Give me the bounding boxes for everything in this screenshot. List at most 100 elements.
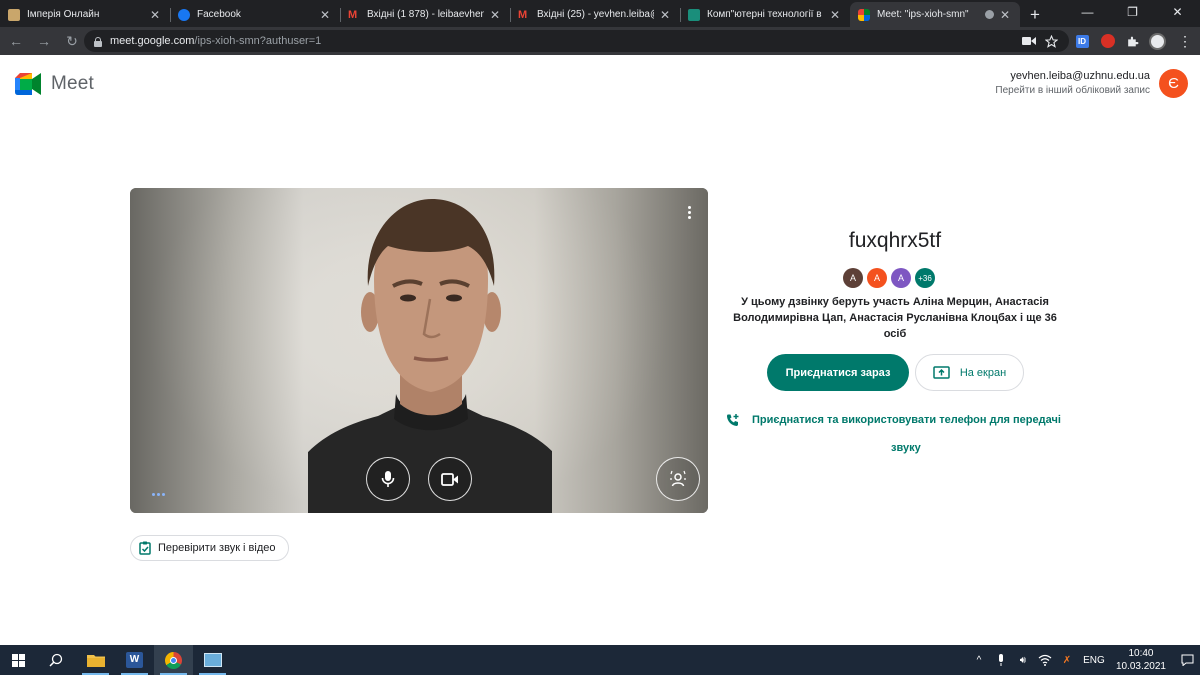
tray-volume-icon[interactable]: 🔊︎ [1012, 655, 1034, 666]
facebook-favicon-icon [178, 8, 190, 21]
word-icon: W [126, 652, 143, 668]
app-window-icon [203, 653, 222, 667]
clipboard-check-icon [139, 541, 151, 555]
audio-level-indicator-icon [152, 493, 165, 496]
close-icon[interactable]: ✕ [828, 8, 842, 22]
url-path: /ips-xioh-smn?authuser=1 [194, 35, 322, 47]
classroom-favicon-icon [688, 8, 700, 21]
join-now-button[interactable]: Приєднатися зараз [767, 354, 909, 391]
lock-icon[interactable] [94, 36, 102, 47]
extension-id-icon[interactable]: ID [1071, 30, 1093, 52]
join-by-phone-line1: Приєднатися та використовувати телефон д… [752, 414, 1061, 426]
extensions-puzzle-icon[interactable] [1121, 30, 1143, 52]
imperia-favicon-icon [8, 8, 20, 21]
tab-title: Комп"ютерні технології в ю [707, 9, 824, 20]
address-bar[interactable]: meet.google.com/ips-xioh-smn?authuser=1 [84, 30, 1069, 52]
minimize-button[interactable]: — [1065, 0, 1110, 24]
window-close-button[interactable]: ✕ [1155, 0, 1200, 24]
chrome-icon [165, 651, 182, 669]
tab-title: Facebook [197, 9, 241, 20]
participants-description: У цьому дзвінку беруть участь Аліна Мерц… [733, 296, 1057, 340]
search-icon [49, 653, 63, 667]
meet-favicon-icon [858, 8, 870, 21]
maximize-button[interactable]: ❐ [1110, 0, 1155, 24]
taskbar-chrome[interactable] [154, 645, 193, 675]
microphone-toggle-button[interactable] [366, 457, 410, 501]
gmail-favicon-icon: M [348, 8, 358, 21]
meet-logo-icon [15, 73, 41, 95]
participant-avatar: А [843, 268, 863, 288]
windows-logo-icon [11, 653, 25, 667]
tray-app-icon[interactable]: ✗ [1056, 655, 1078, 666]
tab-classroom[interactable]: Комп"ютерні технології в ю ✕ [680, 2, 850, 27]
back-button[interactable]: ← [4, 29, 28, 53]
start-button[interactable] [0, 645, 36, 675]
person-sparkle-icon [670, 470, 686, 487]
tab-meet[interactable]: Meet: "ips-xioh-smn" ✕ [850, 2, 1020, 27]
taskbar-file-explorer[interactable] [76, 645, 115, 675]
present-button-label: На екран [959, 366, 1007, 379]
reload-button[interactable]: ↻ [60, 29, 84, 53]
close-icon[interactable]: ✕ [488, 8, 502, 22]
present-screen-icon [933, 366, 950, 379]
url-host: meet.google.com [110, 35, 195, 47]
tab-gmail-1[interactable]: M Вхідні (1 878) - leibaevhen@ ✕ [340, 2, 510, 27]
new-tab-button[interactable]: + [1020, 2, 1050, 27]
folder-icon [86, 655, 105, 667]
recording-indicator-icon [985, 10, 994, 19]
tray-network-icon[interactable] [1034, 654, 1056, 666]
bookmark-star-icon[interactable] [1040, 30, 1062, 52]
clock-time: 10:40 [1128, 648, 1154, 659]
clock-date: 10.03.2021 [1115, 661, 1166, 672]
tray-chevron-up-icon[interactable]: ^ [968, 655, 990, 666]
account-info: yevhen.leiba@uzhnu.edu.ua Перейти в інши… [995, 70, 1150, 96]
browser-menu-icon[interactable]: ⋮ [1174, 30, 1196, 52]
meet-logo[interactable]: Meet [15, 73, 94, 95]
meeting-title: fuxqhrx5tf [848, 229, 942, 252]
background-effects-button[interactable] [656, 457, 700, 501]
present-button[interactable]: На екран [915, 354, 1024, 391]
taskbar-word[interactable]: W [115, 645, 154, 675]
account-avatar[interactable]: Є [1159, 69, 1188, 98]
close-icon[interactable]: ✕ [658, 8, 672, 22]
close-icon[interactable]: ✕ [998, 8, 1012, 22]
check-audio-video-button[interactable]: Перевірити звук і відео [130, 535, 289, 561]
tab-imperia[interactable]: Імперія Онлайн ✕ [0, 2, 170, 27]
switch-account-link[interactable]: Перейти в інший обліковий запис [995, 85, 1150, 96]
taskbar-app[interactable] [193, 645, 232, 675]
tab-facebook[interactable]: Facebook ✕ [170, 2, 340, 27]
tab-title: Meet: "ips-xioh-smn" [877, 9, 969, 20]
plus-icon: + [1030, 4, 1040, 24]
participant-avatars: А А А +36 [843, 268, 935, 288]
app-name: Meet [51, 73, 95, 94]
video-camera-icon [441, 472, 458, 486]
forward-button[interactable]: → [32, 29, 56, 53]
join-by-phone-link[interactable]: Приєднатися та використовувати телефон д… [726, 406, 1066, 462]
self-video-image [308, 199, 552, 513]
tray-language[interactable]: ENG [1078, 655, 1110, 666]
video-options-icon[interactable] [686, 206, 692, 219]
notifications-icon[interactable] [1174, 654, 1200, 666]
tray-clock[interactable]: 10:40 10.03.2021 [1116, 647, 1166, 673]
participant-overflow-count: +36 [915, 268, 935, 288]
camera-toggle-button[interactable] [428, 457, 472, 501]
tab-gmail-2[interactable]: M Вхідні (25) - yevhen.leiba@u ✕ [510, 2, 680, 27]
taskbar-search-button[interactable] [36, 645, 76, 675]
tab-title: Вхідні (25) - yevhen.leiba@u [537, 9, 654, 20]
phone-add-icon [727, 414, 739, 426]
tray-microphone-icon[interactable] [990, 654, 1012, 666]
extension-mic-icon[interactable] [1097, 30, 1119, 52]
system-tray: ^ 🔊︎ ✗ ENG 10:40 10.03.2021 [968, 645, 1200, 675]
camera-indicator-icon[interactable] [1018, 30, 1040, 52]
window-controls: — ❐ ✕ [1065, 0, 1200, 27]
close-icon[interactable]: ✕ [148, 8, 162, 22]
close-icon[interactable]: ✕ [318, 8, 332, 22]
self-video-preview [130, 188, 708, 513]
windows-taskbar: W ^ 🔊︎ ✗ ENG 10:40 10.03.2021 [0, 645, 1200, 675]
gmail-favicon-icon: M [518, 8, 528, 21]
check-audio-video-label: Перевірити звук і відео [158, 542, 276, 554]
microphone-icon [381, 471, 395, 487]
tab-title: Імперія Онлайн [27, 9, 100, 20]
join-by-phone-line2: звуку [891, 442, 921, 454]
profile-avatar-icon[interactable] [1146, 30, 1168, 52]
